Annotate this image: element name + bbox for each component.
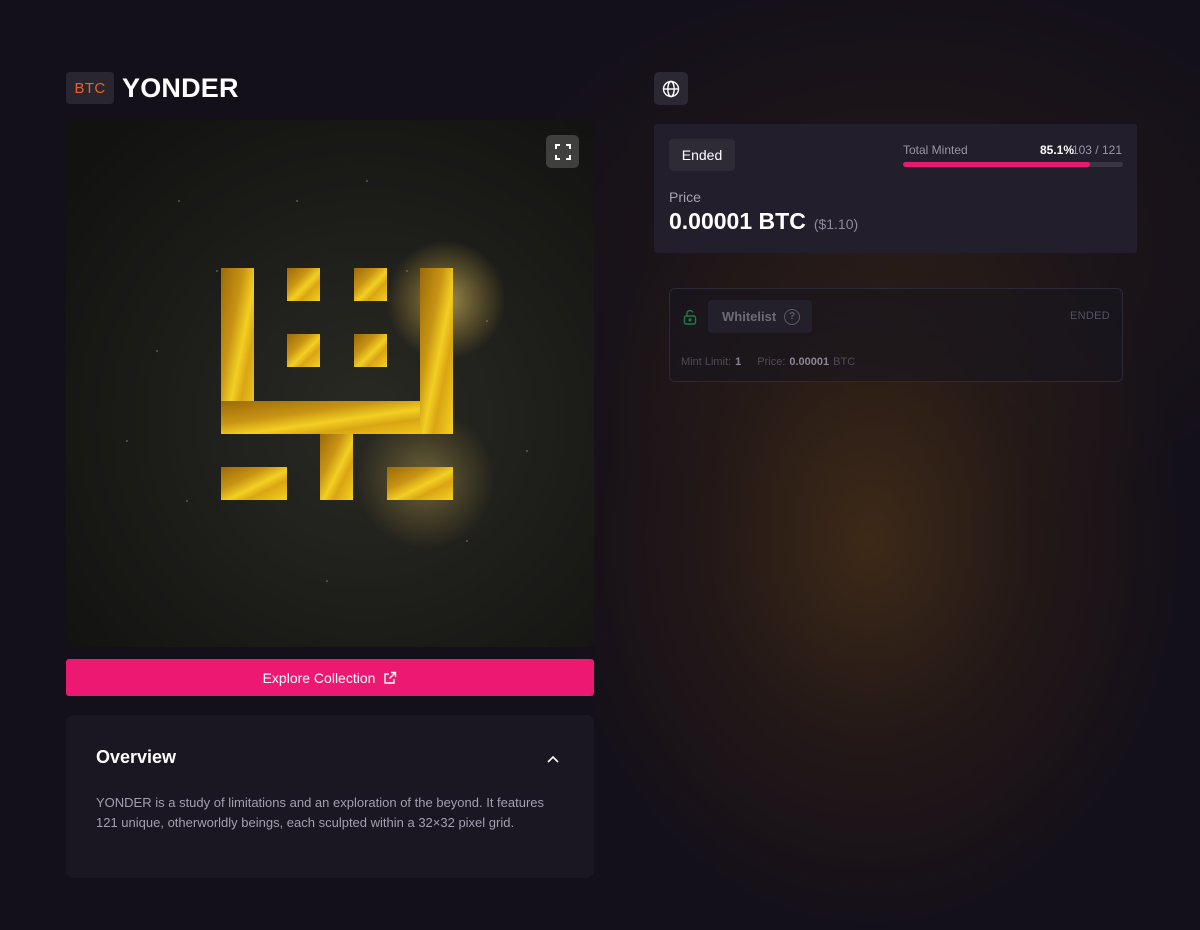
total-minted-count: 103 / 121 [1071,143,1122,157]
overview-description: YONDER is a study of limitations and an … [96,795,545,830]
fullscreen-button[interactable] [546,135,579,168]
phase-name-badge: Whitelist ? [708,300,813,333]
mint-status-card: Ended Total Minted 85.1% 103 / 121 Price… [654,124,1137,253]
overview-title: Overview [96,747,177,767]
mint-status-badge: Ended [669,139,735,171]
total-minted-percent: 85.1% [1039,143,1074,157]
collection-title: YONDER [122,72,239,103]
explore-collection-label: Explore Collection [262,669,376,686]
price-label: Price [669,189,701,205]
price-usd: ($1.10) [813,216,859,232]
mint-limit-value: 1 [735,356,742,368]
price-row: 0.00001 BTC ($1.10) [669,208,858,235]
phase-price-label: Price: [757,356,786,368]
phase-details: Mint Limit: 1 Price: 0.00001 BTC [681,356,855,368]
external-link-icon [384,671,397,684]
fullscreen-icon [554,143,571,160]
help-icon[interactable]: ? [784,308,801,325]
unlock-icon [683,309,697,325]
total-minted-label: Total Minted [903,143,968,157]
price-value: 0.00001 BTC [669,208,806,234]
phase-price-value: 0.00001 [789,356,830,368]
yonder-logo-icon [221,240,506,550]
chain-badge: BTC [66,72,114,104]
chevron-up-icon [547,755,559,763]
globe-icon [662,80,680,97]
mint-progress-fill [903,162,1091,167]
mint-progress-bar [903,162,1123,167]
phase-status: ENDED [1069,310,1110,322]
explore-collection-button[interactable]: Explore Collection [66,659,594,696]
collection-artwork [66,120,594,647]
phase-price-unit: BTC [833,356,856,368]
overview-collapse-button[interactable] [543,749,563,769]
website-link-button[interactable] [654,72,688,105]
mint-limit-label: Mint Limit: [681,356,732,368]
phase-name: Whitelist [722,309,777,324]
collection-header: BTC YONDER [66,72,239,104]
mint-phase-card: Whitelist ? ENDED Mint Limit: 1 Price: 0… [669,288,1123,382]
overview-panel: Overview YONDER is a study of limitation… [66,715,594,878]
